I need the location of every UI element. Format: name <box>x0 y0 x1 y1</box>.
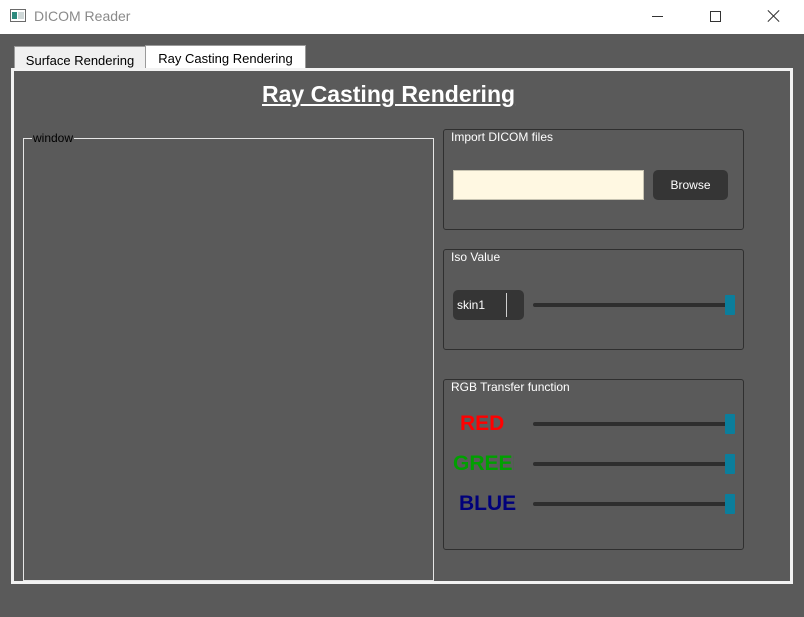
tab-surface-rendering[interactable]: Surface Rendering <box>14 46 146 70</box>
close-icon <box>767 9 781 23</box>
minimize-button[interactable] <box>628 0 686 32</box>
render-viewport[interactable] <box>23 138 434 581</box>
browse-button[interactable]: Browse <box>653 170 728 200</box>
render-window-label: window <box>32 131 75 145</box>
dicom-app-icon <box>10 9 26 22</box>
dicom-path-input[interactable] <box>453 170 644 200</box>
maximize-icon <box>709 10 721 22</box>
title-bar: DICOM Reader <box>0 0 804 34</box>
slider-track <box>533 462 729 466</box>
page-title: Ray Casting Rendering <box>262 81 516 107</box>
slider-handle[interactable] <box>725 494 735 514</box>
maximize-button[interactable] <box>686 0 744 32</box>
iso-preset-dropdown[interactable]: skin1 <box>453 290 524 320</box>
slider-handle[interactable] <box>725 295 735 315</box>
slider-handle[interactable] <box>725 454 735 474</box>
iso-value-slider[interactable] <box>533 295 735 315</box>
import-dicom-group-title: Import DICOM files <box>451 130 557 144</box>
blue-channel-slider[interactable] <box>533 494 735 514</box>
minimize-icon <box>651 15 663 17</box>
rgb-transfer-group-title: RGB Transfer function <box>451 380 573 394</box>
blue-channel-label: BLUE <box>459 492 517 515</box>
slider-track <box>533 422 729 426</box>
red-channel-slider[interactable] <box>533 414 735 434</box>
slider-track <box>533 303 729 307</box>
close-button[interactable] <box>745 0 803 32</box>
iso-value-group-title: Iso Value <box>451 250 504 264</box>
dropdown-separator <box>506 293 507 317</box>
iso-preset-value: skin1 <box>457 298 486 312</box>
green-channel-label: GREEN <box>453 452 514 475</box>
red-channel-label: RED <box>460 412 505 435</box>
window-title: DICOM Reader <box>34 8 131 24</box>
green-channel-slider[interactable] <box>533 454 735 474</box>
slider-track <box>533 502 729 506</box>
slider-handle[interactable] <box>725 414 735 434</box>
